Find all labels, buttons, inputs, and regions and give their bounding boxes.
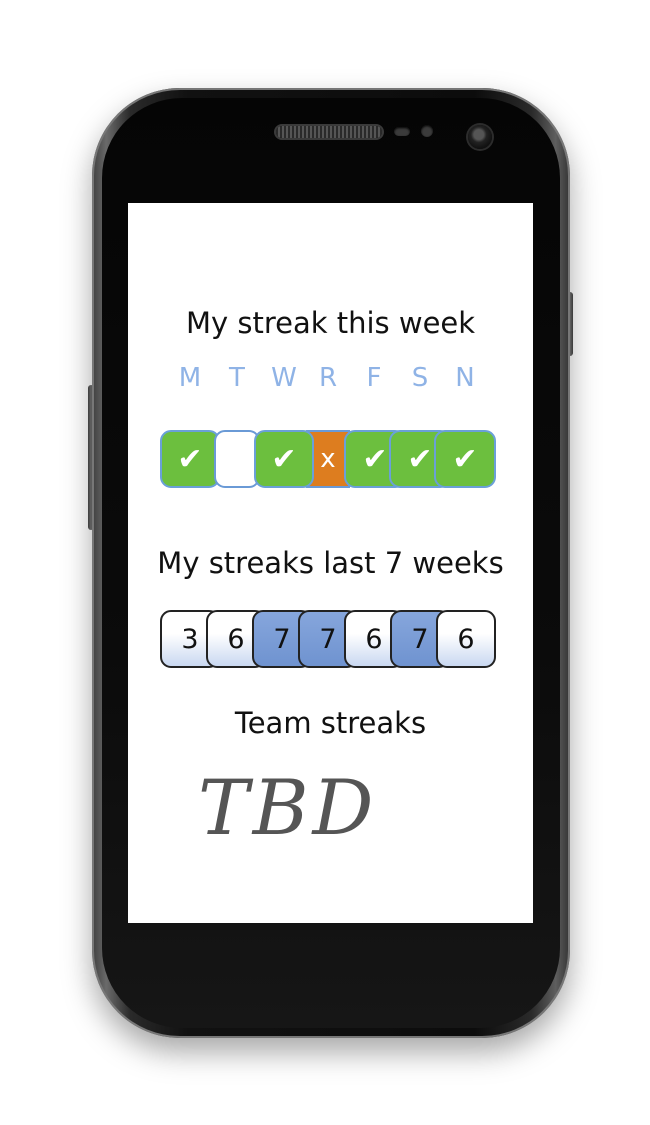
team-streaks-value: TBD — [198, 763, 378, 852]
proximity-sensor — [394, 127, 410, 136]
week-tile-7[interactable]: 6 — [436, 610, 496, 668]
earpiece-speaker — [276, 126, 382, 138]
team-streaks-title: Team streaks — [234, 706, 427, 740]
front-camera-icon — [468, 125, 492, 149]
light-sensor — [421, 125, 433, 137]
phone-screen: My streak this week M T W R F S N ✔ x ✔ … — [128, 203, 533, 923]
